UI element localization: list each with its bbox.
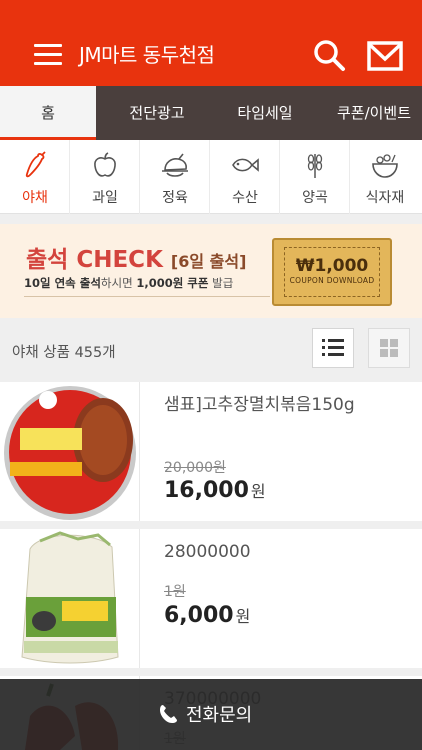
category-vegetables[interactable]: 야채	[0, 140, 70, 214]
list-view-button[interactable]	[312, 328, 354, 368]
fish-icon	[232, 158, 259, 172]
bowl-icon	[372, 154, 398, 178]
main-tabs: 홈 전단광고 타임세일 쿠폰/이벤트	[0, 86, 422, 140]
product-card[interactable]: 28000000 1원 6,000 원	[0, 529, 422, 668]
chili-pepper-icon	[25, 151, 46, 178]
category-grain[interactable]: 양곡	[280, 140, 350, 214]
search-icon[interactable]	[312, 38, 346, 72]
banner-title-days: [6일 출석]	[170, 252, 247, 271]
tab-time-sale[interactable]: 타임세일	[222, 86, 308, 140]
category-seafood[interactable]: 수산	[210, 140, 280, 214]
category-label: 식자재	[365, 190, 405, 206]
product-card[interactable]: 샘표]고추장멸치볶음150g 20,000원 16,000 원	[0, 382, 422, 521]
category-label: 정육	[162, 190, 188, 206]
grain-icon	[307, 154, 323, 178]
menu-icon[interactable]	[34, 40, 64, 70]
phone-icon	[160, 705, 177, 723]
product-name: 샘표]고추장멸치볶음150g	[164, 395, 355, 415]
grid-view-icon	[380, 339, 398, 357]
coupon-value: ₩1,000	[295, 256, 369, 276]
category-ingredients[interactable]: 식자재	[350, 140, 422, 214]
coupon-text: COUPON DOWNLOAD	[289, 276, 375, 285]
call-inquiry-label[interactable]: 전화문의	[186, 701, 252, 727]
banner-sub-2: 하시면	[100, 276, 137, 290]
coupon-ticket[interactable]: ₩1,000 COUPON DOWNLOAD	[272, 238, 392, 306]
bean-sprouts-image	[0, 529, 140, 668]
product-name: 28000000	[164, 542, 251, 562]
banner-sub-3: 1,000원 쿠폰	[136, 276, 209, 290]
banner-sub-4: 발급	[208, 276, 234, 290]
app-header: JM마트 동두천점	[0, 0, 422, 86]
product-price: 16,000 원	[164, 478, 266, 503]
roast-chicken-icon	[162, 153, 188, 177]
category-label: 수산	[232, 190, 258, 206]
apple-icon	[94, 152, 116, 177]
mail-icon[interactable]	[367, 40, 403, 72]
category-label: 야채	[22, 190, 48, 206]
banner-divider	[24, 296, 270, 297]
price-value: 6,000	[164, 603, 234, 628]
banner-title: 출석 CHECK [6일 출석]	[26, 240, 246, 274]
category-label: 과일	[92, 190, 118, 206]
category-meat[interactable]: 정육	[140, 140, 210, 214]
tab-flyer[interactable]: 전단광고	[112, 86, 202, 140]
banner-subtitle: 10일 연속 출석하시면 1,000원 쿠폰 발급	[24, 275, 233, 291]
banner-sub-1: 10일 연속 출석	[24, 276, 101, 290]
price-currency: 원	[250, 482, 266, 501]
category-label: 양곡	[302, 190, 328, 206]
anchovy-can-image	[0, 382, 140, 521]
tab-home[interactable]: 홈	[0, 86, 96, 140]
list-view-icon	[322, 339, 344, 356]
category-fruit[interactable]: 과일	[70, 140, 140, 214]
product-price: 6,000 원	[164, 603, 250, 628]
price-value: 16,000	[164, 478, 249, 503]
tab-home-label: 홈	[41, 104, 55, 122]
banner-title-check: CHECK	[76, 247, 163, 273]
store-title: JM마트 동두천점	[79, 43, 215, 67]
product-count: 야채 상품 455개	[12, 345, 116, 361]
coupon-inner: ₩1,000 COUPON DOWNLOAD	[284, 247, 380, 297]
product-old-price: 1원	[164, 584, 186, 600]
banner-title-prefix: 출석	[26, 247, 69, 273]
price-currency: 원	[235, 607, 251, 626]
product-old-price: 20,000원	[164, 460, 226, 476]
category-bar: 야채 과일 정육 수산 양곡 식자재	[0, 140, 422, 214]
grid-view-button[interactable]	[368, 328, 410, 368]
tab-coupon-event[interactable]: 쿠폰/이벤트	[326, 86, 422, 140]
